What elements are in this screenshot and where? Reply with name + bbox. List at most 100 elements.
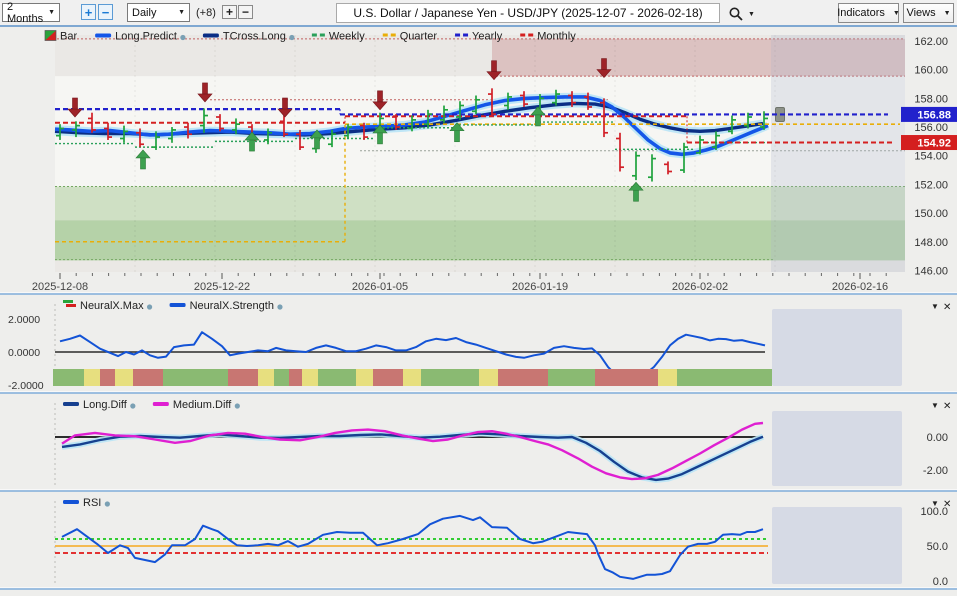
time-axis-label: 2025-12-08 — [32, 281, 88, 293]
line-swatch-icon — [203, 34, 219, 38]
symbol-search-button[interactable]: ▼ — [728, 5, 758, 23]
info-dot-icon[interactable] — [289, 35, 294, 40]
time-axis-label: 2026-01-19 — [512, 281, 568, 293]
legend-label: NeuralX.Strength — [190, 300, 274, 312]
time-axis: 2025-12-08 2025-12-22 2026-01-05 2026-01-19… — [32, 273, 888, 293]
search-icon — [728, 6, 744, 22]
panel-close-button[interactable]: ✕ — [943, 401, 951, 412]
price-axis-label: 152.00 — [914, 179, 948, 191]
legend-label: Monthly — [537, 31, 576, 43]
time-axis-label: 2026-02-02 — [672, 281, 728, 293]
panel-collapse-button[interactable]: ▼ — [931, 401, 939, 410]
caret-down-icon: ▼ — [893, 10, 900, 17]
price-axis-label: 150.00 — [914, 208, 948, 220]
info-dot-icon[interactable] — [235, 403, 240, 408]
svg-text:154.92: 154.92 — [917, 138, 951, 150]
views-menu-label: Views — [906, 7, 935, 19]
panel-close-button[interactable]: ✕ — [943, 302, 951, 313]
future-zone — [772, 507, 902, 584]
time-axis-label: 2025-12-22 — [194, 281, 250, 293]
legend-label: Long.Predict — [115, 31, 177, 43]
neuralx-axis-label: 2.0000 — [8, 314, 40, 326]
range-zoom-in-button[interactable]: + — [81, 4, 96, 20]
range-select[interactable]: 2 Months ▼ — [2, 3, 60, 22]
line-swatch-icon — [170, 303, 186, 307]
svg-text:156.88: 156.88 — [917, 109, 951, 121]
time-axis-label: 2026-01-05 — [352, 281, 408, 293]
neuralx-legend: NeuralX.Max NeuralX.Strength — [63, 300, 283, 312]
caret-down-icon: ▼ — [48, 9, 55, 16]
legend-label: Yearly — [472, 31, 503, 43]
symbol-title-text: U.S. Dollar / Japanese Yen - USD/JPY (20… — [353, 6, 702, 20]
info-dot-icon[interactable] — [147, 304, 152, 309]
diff-legend: Long.Diff Medium.Diff — [63, 399, 240, 411]
neuralx-max-icon — [63, 300, 76, 307]
offset-plus-button[interactable]: + — [222, 5, 237, 19]
range-select-value: 2 Months — [7, 1, 44, 25]
panel-rsi: ▼✕100.050.00.0 — [55, 499, 951, 588]
legend-label: TCross.Long — [223, 31, 286, 43]
info-dot-icon[interactable] — [130, 403, 135, 408]
info-dot-icon[interactable] — [277, 304, 282, 309]
price-axis-label: 154.00 — [914, 151, 948, 163]
legend-label: Bar — [60, 31, 77, 43]
caret-down-icon: ▼ — [178, 9, 185, 16]
legend-item-medium-diff[interactable]: Medium.Diff — [153, 399, 240, 411]
top-toolbar: 2 Months ▼ + − Daily ▼ (+8) + − U.S. Dol… — [0, 0, 957, 27]
diff-axis-label: 0.00 — [927, 432, 948, 444]
legend-label: RSI — [83, 497, 101, 509]
line-swatch-icon — [63, 500, 79, 504]
neuralx-strip — [53, 369, 772, 386]
rsi-axis-label: 0.0 — [933, 576, 948, 588]
legend-label: Quarter — [400, 31, 438, 43]
rsi-axis-label: 100.0 — [920, 506, 948, 518]
indicators-menu-label: Indicators — [837, 7, 885, 19]
price-axis: 162.00 160.00 158.00 156.00 154.00 152.00 150.… — [901, 36, 957, 277]
price-axis-label: 160.00 — [914, 65, 948, 77]
bars-offset-label: (+8) — [196, 7, 216, 19]
caret-down-icon: ▼ — [944, 10, 951, 17]
future-zone — [771, 35, 905, 272]
chart-area: 162.00 160.00 158.00 156.00 154.00 152.00 150.… — [0, 28, 957, 591]
rsi-legend: RSI — [63, 497, 110, 509]
rsi-line — [62, 516, 763, 579]
indicators-menu-button[interactable]: Indicators ▼ — [838, 3, 899, 23]
neuralx-axis-label: -2.0000 — [8, 380, 44, 392]
caret-down-icon: ▼ — [748, 11, 755, 18]
rsi-axis-label: 50.0 — [927, 541, 948, 553]
info-dot-icon[interactable] — [180, 35, 185, 40]
price-axis-label: 146.00 — [914, 265, 948, 277]
legend-item-long-diff[interactable]: Long.Diff — [63, 399, 135, 411]
range-zoom-out-button[interactable]: − — [98, 4, 113, 20]
trading-app-window: { "toolbar": { "range_value": "2 Months"… — [0, 0, 957, 591]
interval-select[interactable]: Daily ▼ — [127, 3, 190, 22]
line-swatch-icon — [153, 402, 169, 406]
price-axis-label: 162.00 — [914, 36, 948, 48]
medium-diff-line — [62, 423, 763, 479]
legend-item-neuralx-max[interactable]: NeuralX.Max — [63, 300, 152, 312]
diff-axis-label: -2.00 — [923, 465, 948, 477]
legend-label: Weekly — [329, 31, 365, 43]
interval-select-value: Daily — [132, 7, 156, 19]
price-marker: 156.88 — [901, 107, 957, 122]
legend-item-neuralx-strength[interactable]: NeuralX.Strength — [170, 300, 283, 312]
legend-item-rsi[interactable]: RSI — [63, 497, 110, 509]
price-axis-label: 148.00 — [914, 237, 948, 249]
offset-minus-button[interactable]: − — [238, 5, 253, 19]
symbol-title-input[interactable]: U.S. Dollar / Japanese Yen - USD/JPY (20… — [336, 3, 720, 23]
legend-label: NeuralX.Max — [80, 300, 144, 312]
panel-collapse-button[interactable]: ▼ — [931, 302, 939, 311]
line-swatch-icon — [63, 402, 79, 406]
info-dot-icon[interactable] — [105, 501, 110, 506]
price-axis-label: 158.00 — [914, 93, 948, 105]
main-price-chart — [45, 35, 905, 272]
line-swatch-icon — [95, 34, 111, 38]
future-zone — [772, 411, 902, 486]
legend-item-bar[interactable]: Bar — [45, 31, 77, 43]
neuralx-axis-label: 0.0000 — [8, 347, 40, 359]
future-zone — [772, 309, 902, 386]
price-axis-label: 156.00 — [914, 122, 948, 134]
views-menu-button[interactable]: Views ▼ — [903, 3, 954, 23]
legend-label: Long.Diff — [83, 399, 128, 411]
panel-diff: ▼ ✕ 0.00 -2.00 — [55, 401, 951, 486]
